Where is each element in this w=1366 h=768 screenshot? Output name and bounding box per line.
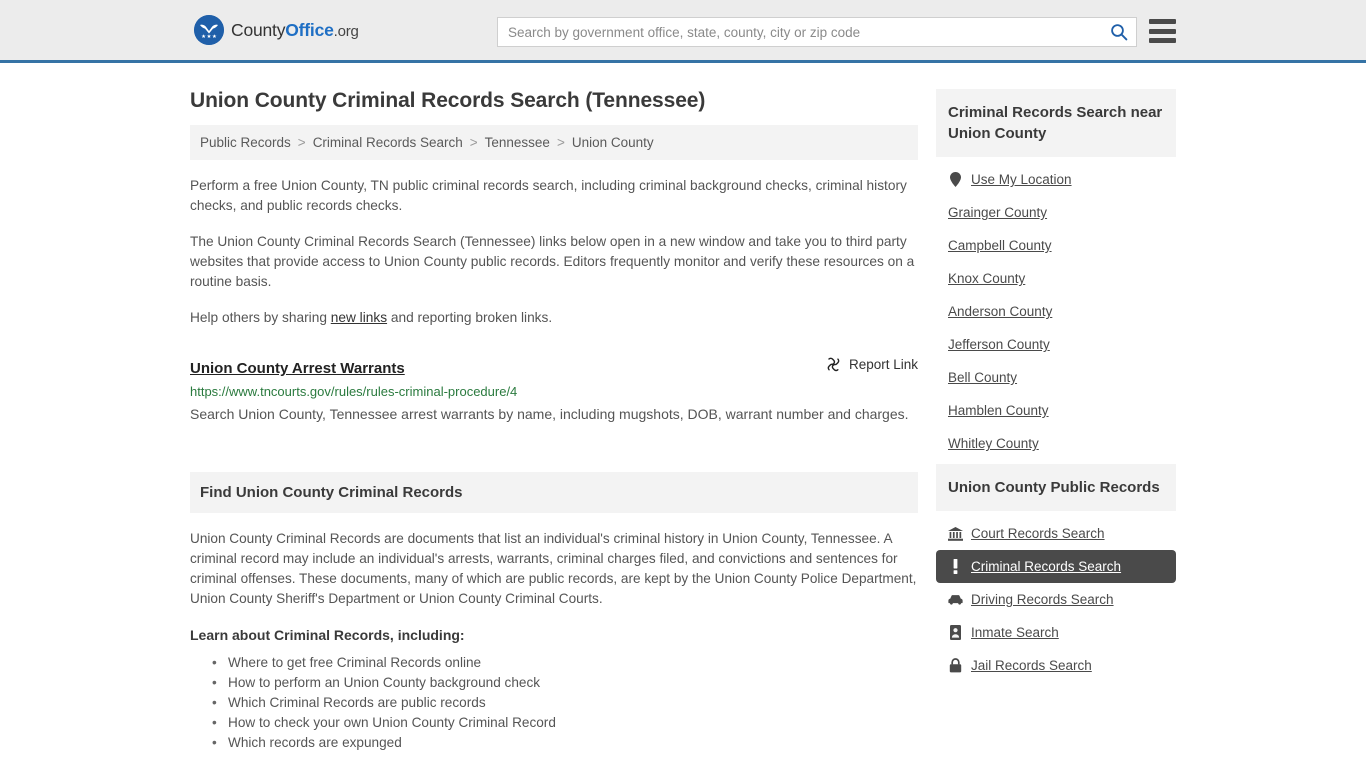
map-pin-icon [948,172,963,187]
sidebar-item-label[interactable]: Court Records Search [971,526,1105,541]
sidebar-item-jefferson-county[interactable]: Jefferson County [936,328,1176,361]
list-item: How to check your own Union County Crimi… [212,713,918,733]
share-text-before: Help others by sharing [190,310,331,325]
lock-icon [948,658,963,673]
car-icon [948,592,963,607]
share-text-after: and reporting broken links. [387,310,553,325]
hamburger-bar [1149,28,1176,34]
sidebar-item-label[interactable]: Whitley County [948,436,1039,451]
nearby-counties-list: Use My Location Grainger County Campbell… [936,157,1176,460]
sidebar-item-knox-county[interactable]: Knox County [936,262,1176,295]
site-header: CountyOffice.org [0,0,1366,63]
sidebar-item-label[interactable]: Use My Location [971,172,1072,187]
sidebar-item-inmate-search[interactable]: Inmate Search [936,616,1176,649]
breadcrumb: Public Records > Criminal Records Search… [190,125,918,160]
exclamation-icon [948,559,963,574]
breadcrumb-item-union-county[interactable]: Union County [572,135,654,150]
public-records-heading: Union County Public Records [936,464,1176,511]
breadcrumb-separator: > [297,135,306,150]
learn-about-list: Where to get free Criminal Records onlin… [190,653,918,753]
report-link-label: Report Link [848,357,918,372]
sidebar-item-use-my-location[interactable]: Use My Location [936,163,1176,196]
result-header-row: Union County Arrest Warrants Report Link [190,356,918,377]
eagle-stars-seal-icon [194,15,224,45]
sidebar-item-label[interactable]: Anderson County [948,304,1052,319]
breadcrumb-separator: > [556,135,565,150]
search-button[interactable] [1102,18,1136,46]
logo-text-org: .org [333,22,359,40]
hamburger-menu-icon[interactable] [1149,19,1176,43]
main-content-column: Union County Criminal Records Search (Te… [190,63,918,753]
list-item: How to perform an Union County backgroun… [212,673,918,693]
report-link-button[interactable]: Report Link [825,356,918,373]
result-description: Search Union County, Tennessee arrest wa… [190,406,909,422]
sidebar-item-anderson-county[interactable]: Anderson County [936,295,1176,328]
sidebar-item-court-records-search[interactable]: Court Records Search [936,517,1176,550]
result-item: Union County Arrest Warrants Report Link [190,356,918,426]
intro-paragraph-3: Help others by sharing new links and rep… [190,308,918,328]
site-logo[interactable]: CountyOffice.org [194,15,359,45]
learn-about-lead-in: Learn about Criminal Records, including: [190,627,465,643]
hamburger-bar [1149,38,1176,43]
logo-text-county: County [231,19,286,40]
breadcrumb-item-public-records[interactable]: Public Records [200,135,291,150]
new-links-link[interactable]: new links [331,310,387,325]
find-records-paragraph: Union County Criminal Records are docume… [190,531,917,606]
breadcrumb-separator: > [469,135,478,150]
public-records-panel: Union County Public Records Court Record… [936,464,1176,682]
find-records-section-body: Union County Criminal Records are docume… [190,529,918,753]
find-records-section-heading: Find Union County Criminal Records [190,472,918,513]
sidebar-item-whitley-county[interactable]: Whitley County [936,427,1176,460]
intro-paragraph-2: The Union County Criminal Records Search… [190,234,915,289]
nearby-counties-heading: Criminal Records Search near Union Count… [936,89,1176,157]
list-item: Which records are expunged [212,733,918,753]
logo-text-office: Office [285,19,334,40]
sidebar-item-label[interactable]: Bell County [948,370,1017,385]
sidebar-item-driving-records-search[interactable]: Driving Records Search [936,583,1176,616]
sidebar-item-hamblen-county[interactable]: Hamblen County [936,394,1176,427]
sidebar-item-criminal-records-search[interactable]: Criminal Records Search [936,550,1176,583]
list-item: Which Criminal Records are public record… [212,693,918,713]
result-title-link[interactable]: Union County Arrest Warrants [190,360,405,377]
sidebar-item-label[interactable]: Criminal Records Search [971,559,1121,574]
sidebar-item-grainger-county[interactable]: Grainger County [936,196,1176,229]
site-logo-text: CountyOffice.org [231,20,359,41]
nearby-counties-panel: Criminal Records Search near Union Count… [936,89,1176,460]
search-box[interactable] [497,17,1137,47]
sidebar-item-campbell-county[interactable]: Campbell County [936,229,1176,262]
sidebar-item-label[interactable]: Jefferson County [948,337,1050,352]
search-icon [1111,24,1128,41]
sidebar-item-jail-records-search[interactable]: Jail Records Search [936,649,1176,682]
sidebar-item-label[interactable]: Hamblen County [948,403,1049,418]
sidebar-item-label[interactable]: Knox County [948,271,1025,286]
result-url: https://www.tncourts.gov/rules/rules-cri… [190,384,518,399]
sidebar-item-label[interactable]: Campbell County [948,238,1052,253]
sidebar-item-label[interactable]: Inmate Search [971,625,1059,640]
sidebar-item-bell-county[interactable]: Bell County [936,361,1176,394]
sidebar-item-label[interactable]: Driving Records Search [971,592,1114,607]
list-item: Where to get free Criminal Records onlin… [212,653,918,673]
breadcrumb-item-criminal-records-search[interactable]: Criminal Records Search [313,135,463,150]
broken-link-icon [827,357,840,372]
sidebar-item-label[interactable]: Grainger County [948,205,1047,220]
page-title: Union County Criminal Records Search (Te… [190,89,706,112]
sidebar-item-label[interactable]: Jail Records Search [971,658,1092,673]
courthouse-icon [948,526,963,541]
breadcrumb-item-tennessee[interactable]: Tennessee [485,135,550,150]
id-card-icon [948,625,963,640]
page-body: Union County Criminal Records Search (Te… [0,63,1366,753]
search-input[interactable] [498,18,1102,46]
sidebar: Criminal Records Search near Union Count… [936,89,1176,753]
public-records-list: Court Records Search Criminal Records Se… [936,511,1176,682]
hamburger-bar [1149,19,1176,24]
intro-paragraph-1: Perform a free Union County, TN public c… [190,178,907,213]
